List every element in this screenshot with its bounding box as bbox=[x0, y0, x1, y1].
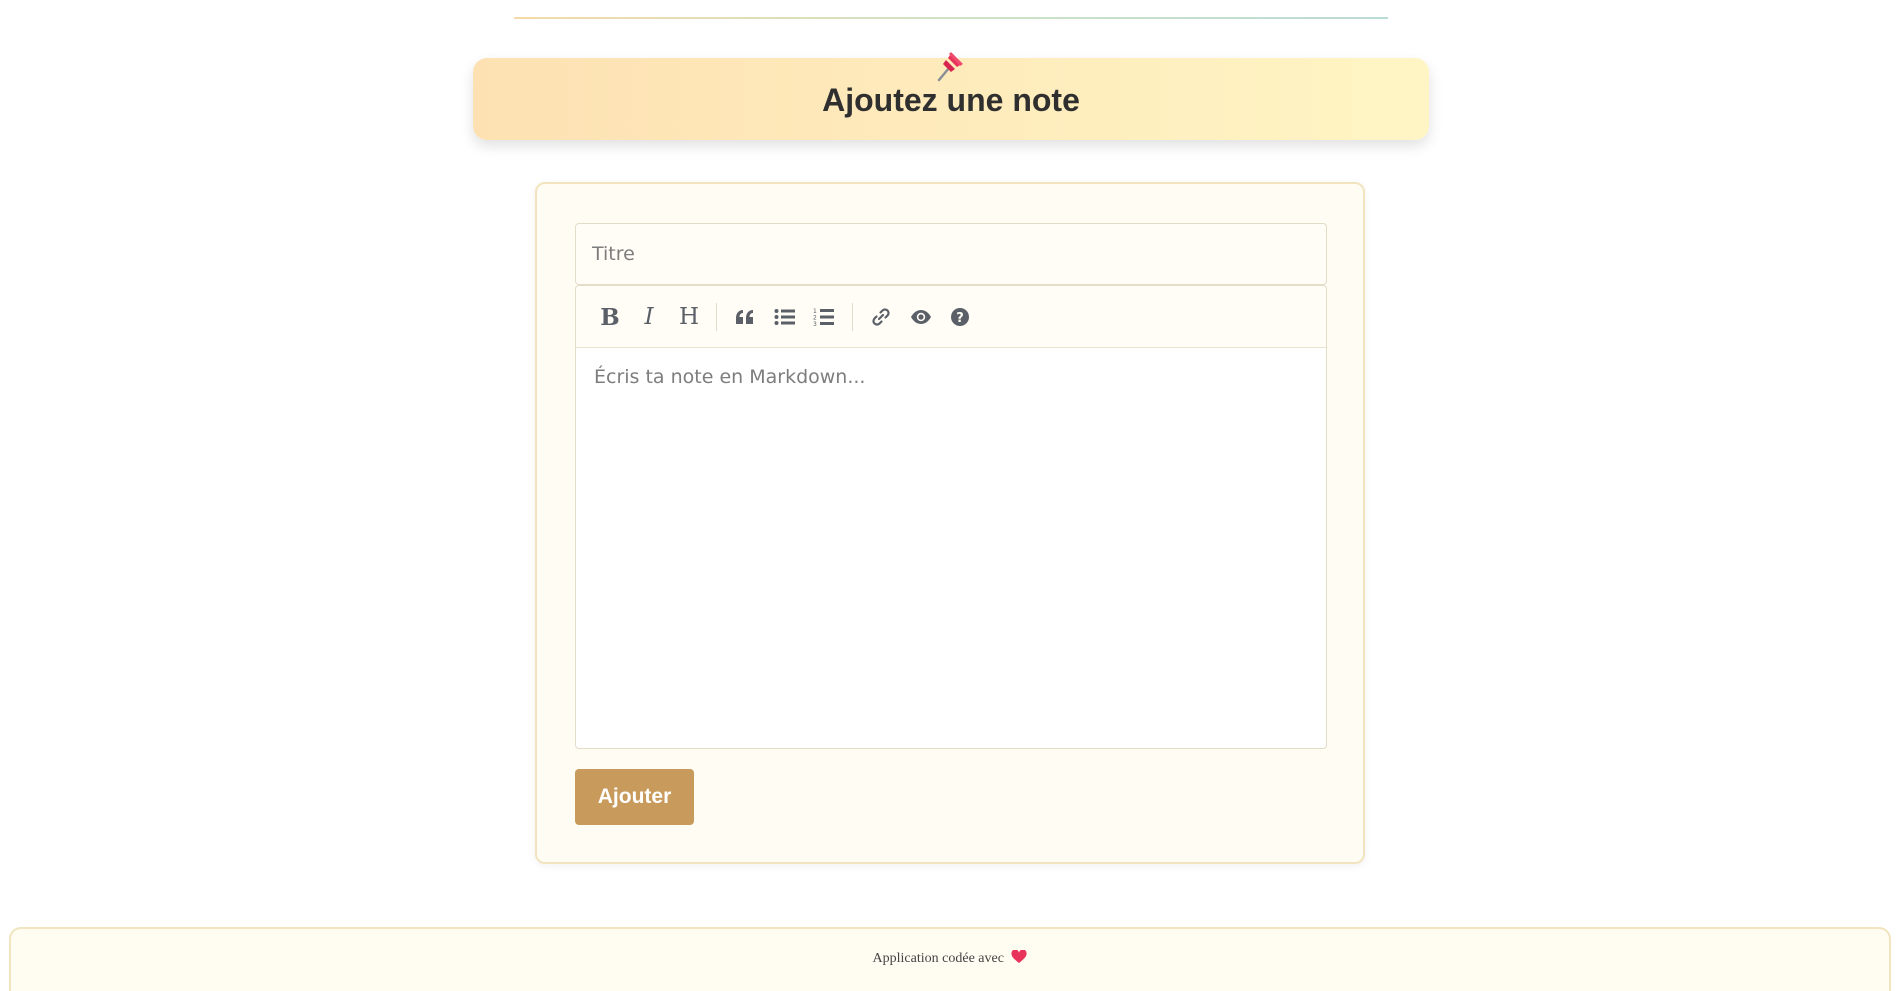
link-icon[interactable] bbox=[864, 300, 898, 334]
heading-icon[interactable]: H bbox=[672, 300, 706, 334]
ordered-list-icon[interactable]: 1 2 3 bbox=[807, 300, 841, 334]
help-icon[interactable]: ? bbox=[943, 300, 977, 334]
footer-text: Application codée avec bbox=[872, 951, 1004, 966]
markdown-editor[interactable] bbox=[575, 348, 1327, 749]
preview-eye-icon[interactable] bbox=[904, 300, 938, 334]
top-divider bbox=[514, 17, 1388, 19]
toolbar-separator bbox=[852, 303, 853, 331]
svg-text:?: ? bbox=[956, 311, 964, 326]
footer-credit: Application codée avec bbox=[0, 950, 1900, 967]
bold-icon[interactable]: B bbox=[593, 300, 627, 334]
svg-text:3: 3 bbox=[813, 321, 817, 327]
toolbar-separator bbox=[716, 303, 717, 331]
heart-icon bbox=[1011, 950, 1027, 963]
quote-icon[interactable] bbox=[728, 300, 762, 334]
page-title: Ajoutez une note bbox=[822, 82, 1080, 118]
markdown-toolbar: B I H 1 2 3 ? bbox=[575, 285, 1327, 348]
unordered-list-icon[interactable] bbox=[768, 300, 802, 334]
add-note-button[interactable]: Ajouter bbox=[575, 769, 694, 825]
title-input[interactable] bbox=[575, 223, 1327, 285]
pushpin-icon bbox=[937, 52, 963, 82]
italic-icon[interactable]: I bbox=[632, 300, 666, 334]
